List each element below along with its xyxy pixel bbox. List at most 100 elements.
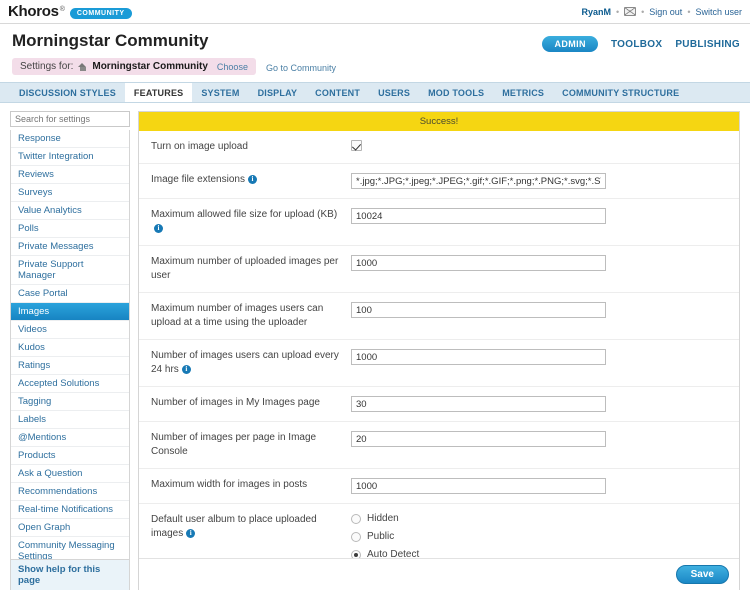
info-icon[interactable]: i	[186, 529, 196, 538]
sidebar-item-value-analytics[interactable]: Value Analytics	[11, 202, 129, 220]
sidebar-item-tagging[interactable]: Tagging	[11, 393, 129, 411]
setting-label: Number of images per page in Image Conso…	[151, 431, 351, 459]
tab-features[interactable]: FEATURES	[124, 83, 193, 102]
sidebar-item-images[interactable]: Images	[11, 303, 129, 321]
show-help-link[interactable]: Show help for this page	[10, 560, 130, 590]
tab-mod-tools[interactable]: MOD TOOLS	[419, 83, 493, 102]
tab-users[interactable]: USERS	[369, 83, 419, 102]
sidebar-item-polls[interactable]: Polls	[11, 220, 129, 238]
info-icon[interactable]: i	[154, 224, 163, 233]
admin-tab[interactable]: ADMIN	[542, 36, 598, 52]
sidebar-item-private-messages[interactable]: Private Messages	[11, 238, 129, 256]
main-tab-bar: DISCUSSION STYLES FEATURES SYSTEM DISPLAY CO…	[0, 82, 750, 103]
brand-logo[interactable]: Khoros ® COMMUNITY	[8, 3, 132, 20]
panel-footer: Save	[139, 558, 739, 590]
sidebar-item-labels[interactable]: Labels	[11, 411, 129, 429]
setting-label: Default user album to place uploaded ima…	[151, 513, 351, 541]
setting-label-text: Number of images in My Images page	[151, 397, 320, 408]
sidebar-item-videos[interactable]: Videos	[11, 321, 129, 339]
sidebar-item-ask-a-question[interactable]: Ask a Question	[11, 465, 129, 483]
go-to-community-link[interactable]: Go to Community	[266, 63, 336, 73]
tab-metrics[interactable]: METRICS	[493, 83, 553, 102]
sidebar-item-kudos[interactable]: Kudos	[11, 339, 129, 357]
setting-label: Turn on image upload	[151, 140, 351, 154]
sidebar-item-accepted-solutions[interactable]: Accepted Solutions	[11, 375, 129, 393]
settings-sidebar: ResponseTwitter IntegrationReviewsSurvey…	[10, 111, 130, 590]
radio-button[interactable]	[351, 549, 361, 558]
sidebar-item-response[interactable]: Response	[11, 130, 129, 148]
setting-label-text: Maximum width for images in posts	[151, 479, 308, 490]
radio-button[interactable]	[351, 513, 361, 524]
separator-dot: •	[641, 6, 645, 17]
sidebar-item-surveys[interactable]: Surveys	[11, 184, 129, 202]
settings-for-chip: Settings for: Morningstar Community Choo…	[12, 58, 256, 75]
setting-text-input[interactable]	[351, 478, 606, 494]
info-icon[interactable]: i	[247, 175, 257, 184]
admin-nav: ADMIN TOOLBOX PUBLISHING	[542, 36, 740, 52]
setting-row: Maximum number of uploaded images per us…	[139, 246, 739, 293]
tab-community-structure[interactable]: COMMUNITY STRUCTURE	[553, 83, 688, 102]
setting-label: Number of images in My Images page	[151, 396, 351, 410]
setting-row: Number of images in My Images page	[139, 387, 739, 422]
topbar-user-area: RyanM • • Sign out • Switch user	[581, 7, 742, 17]
radio-option[interactable]: Public	[351, 531, 727, 542]
tab-display[interactable]: DISPLAY	[249, 83, 307, 102]
search-input[interactable]	[10, 111, 130, 127]
sidebar-item-case-portal[interactable]: Case Portal	[11, 285, 129, 303]
setting-label: Maximum allowed file size for upload (KB…	[151, 208, 351, 236]
setting-checkbox[interactable]	[351, 140, 362, 151]
setting-text-input[interactable]	[351, 173, 606, 189]
save-button[interactable]: Save	[675, 565, 729, 584]
setting-control	[351, 349, 739, 365]
sidebar-item-open-graph[interactable]: Open Graph	[11, 519, 129, 537]
publishing-tab[interactable]: PUBLISHING	[675, 39, 740, 50]
radio-option-label: Auto Detect	[367, 549, 420, 558]
sidebar-item-reviews[interactable]: Reviews	[11, 166, 129, 184]
setting-row: Default user album to place uploaded ima…	[139, 504, 739, 558]
setting-text-input[interactable]	[351, 396, 606, 412]
envelope-icon[interactable]	[624, 7, 637, 16]
settings-for-label: Settings for:	[20, 61, 74, 72]
setting-label: Image file extensions i	[151, 173, 351, 187]
sidebar-item-ratings[interactable]: Ratings	[11, 357, 129, 375]
setting-row: Maximum width for images in posts	[139, 469, 739, 504]
setting-row: Image file extensions i	[139, 164, 739, 199]
setting-text-input[interactable]	[351, 431, 606, 447]
setting-text-input[interactable]	[351, 208, 606, 224]
radio-button[interactable]	[351, 531, 361, 542]
tab-content[interactable]: CONTENT	[306, 83, 369, 102]
setting-control	[351, 255, 739, 271]
setting-row: Turn on image upload	[139, 131, 739, 164]
info-icon[interactable]: i	[181, 365, 191, 374]
sidebar-item-community-messaging-settings[interactable]: Community Messaging Settings	[11, 537, 129, 559]
sidebar-item-real-time-notifications[interactable]: Real-time Notifications	[11, 501, 129, 519]
sidebar-item-twitter-integration[interactable]: Twitter Integration	[11, 148, 129, 166]
toolbox-tab[interactable]: TOOLBOX	[611, 39, 662, 50]
tab-discussion-styles[interactable]: DISCUSSION STYLES	[10, 83, 125, 102]
sign-out-link[interactable]: Sign out	[649, 7, 682, 17]
separator-dot: •	[615, 6, 620, 17]
radio-option[interactable]: Hidden	[351, 513, 727, 524]
brand-name: Khoros	[8, 3, 59, 20]
switch-user-link[interactable]: Switch user	[695, 7, 742, 17]
top-brand-bar: Khoros ® COMMUNITY RyanM • • Sign out • S…	[0, 0, 750, 24]
sidebar-item-private-support-manager[interactable]: Private Support Manager	[11, 256, 129, 285]
setting-label-text: Maximum allowed file size for upload (KB…	[151, 209, 338, 220]
setting-label-text: Number of images users can upload every …	[151, 350, 339, 375]
setting-text-input[interactable]	[351, 349, 606, 365]
sidebar-item-products[interactable]: Products	[11, 447, 129, 465]
choose-community-link[interactable]: Choose	[217, 62, 248, 72]
current-username[interactable]: RyanM	[581, 7, 611, 17]
sidebar-item-mentions[interactable]: @Mentions	[11, 429, 129, 447]
sidebar-item-recommendations[interactable]: Recommendations	[11, 483, 129, 501]
tab-system[interactable]: SYSTEM	[192, 83, 248, 102]
setting-text-input[interactable]	[351, 302, 606, 318]
settings-panel: Success! Turn on image upload Image file …	[138, 111, 740, 590]
community-home-icon	[78, 62, 87, 71]
settings-form: Turn on image upload Image file extension…	[139, 131, 739, 558]
setting-control	[351, 431, 739, 447]
setting-text-input[interactable]	[351, 255, 606, 271]
setting-control	[351, 302, 739, 318]
setting-control	[351, 208, 739, 224]
radio-option[interactable]: Auto Detect	[351, 549, 727, 558]
